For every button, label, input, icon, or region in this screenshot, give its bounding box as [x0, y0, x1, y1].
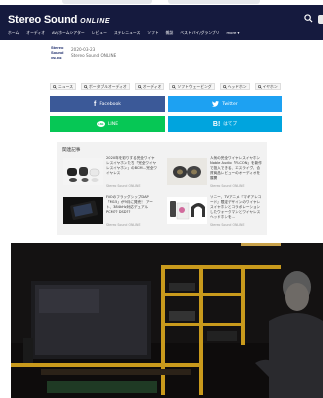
related-title: 関連記事	[62, 148, 81, 153]
share-facebook-button[interactable]: f Facebook	[50, 96, 165, 112]
tag-earphone[interactable]: イヤホン	[254, 83, 281, 90]
tag-portable-audio[interactable]: ポータブルオーディオ	[81, 83, 130, 90]
site-logo[interactable]: Stereo Sound ONLINE	[8, 14, 110, 26]
search-icon	[222, 84, 227, 89]
search-icon	[53, 84, 57, 89]
tag-list: ニュース ポータブルオーディオ オーディオ ソフトウェービング ヘッドホン イヤ…	[50, 83, 281, 90]
nav-item-soft[interactable]: ソフト	[147, 30, 158, 36]
share-twitter-button[interactable]: Twitter	[168, 96, 282, 112]
nav-item-audio[interactable]: オーディオ	[26, 30, 45, 36]
page: { "header": { "logo_main": "Stereo Sound…	[0, 0, 323, 398]
logo-online: ONLINE	[80, 18, 111, 25]
nav-item-home[interactable]: ホーム	[8, 30, 19, 36]
search-icon	[137, 84, 142, 89]
share-line-button[interactable]: LINE LINE	[50, 116, 165, 132]
nav-item-review[interactable]: レビュー	[92, 30, 107, 36]
search-icon	[257, 84, 262, 89]
article-meta: 2020-03-23 Stereo Sound ONLINE	[71, 47, 116, 59]
tag-news[interactable]: ニュース	[50, 83, 76, 90]
nav-item-magazine[interactable]: 雑誌	[166, 30, 174, 36]
nav-item-bestbuy[interactable]: ベストバイ/グランプリ	[180, 30, 219, 36]
scrollbar-edge	[318, 15, 323, 24]
dap-player-thumbnail	[63, 197, 103, 224]
site-header: Stereo Sound ONLINE ホーム オーディオ AV/ホームシアター …	[0, 5, 323, 40]
search-icon[interactable]	[304, 14, 313, 23]
related-item[interactable]: ソニー、TVアニメ『マギアレコード』限定デザインのワイヤレスイヤホンとコラボレー…	[166, 195, 264, 231]
browser-tab[interactable]	[168, 0, 260, 4]
hatena-bookmark-icon: B!	[212, 120, 221, 128]
svg-text:LINE: LINE	[98, 124, 104, 126]
related-item[interactable]: FiiOのフラッグシップDAP「M15」が9月に発売！ アート、384kHz対応…	[62, 195, 160, 231]
tag-headphone[interactable]: ヘッドホン	[219, 83, 250, 90]
browser-tab[interactable]	[62, 0, 152, 4]
related-item[interactable]: 人気の完全ワイヤレスイヤホン Noble Audio「FLCON」を新作で投入で…	[166, 156, 264, 192]
tag-audio[interactable]: オーディオ	[134, 83, 165, 90]
walkman-thumbnail	[167, 197, 207, 224]
main-nav: ホーム オーディオ AV/ホームシアター レビュー ステレニュース ソフト 雑誌…	[8, 30, 239, 36]
article-photo-tv-rack	[11, 243, 323, 398]
related-articles: 関連記事 2020年を彩りする完全ワイヤレスイヤホンたち「完全ワイヤレスイヤホン…	[57, 142, 267, 235]
earphone-thumbnail	[167, 158, 207, 185]
facebook-icon: f	[94, 100, 97, 108]
nav-item-more[interactable]: more ▾	[226, 30, 239, 36]
twitter-bird-icon	[212, 101, 220, 107]
search-icon	[172, 84, 177, 89]
earbuds-thumbnail	[63, 158, 103, 185]
author-logo: Stereo Sound ONLINE	[51, 45, 64, 60]
article-author[interactable]: Stereo Sound ONLINE	[71, 53, 116, 59]
line-icon: LINE	[96, 121, 105, 127]
share-hatena-button[interactable]: B! はてブ	[168, 116, 282, 132]
related-item[interactable]: 2020年を彩りする完全ワイヤレスイヤホンたち「完全ワイヤレスイヤホン」のBCM…	[62, 156, 160, 192]
logo-main: Stereo Sound	[8, 14, 78, 26]
search-icon	[84, 84, 88, 89]
nav-item-news[interactable]: ステレニュース	[114, 30, 140, 36]
nav-item-av-theater[interactable]: AV/ホームシアター	[52, 30, 85, 36]
tag-software[interactable]: ソフトウェービング	[169, 83, 215, 90]
